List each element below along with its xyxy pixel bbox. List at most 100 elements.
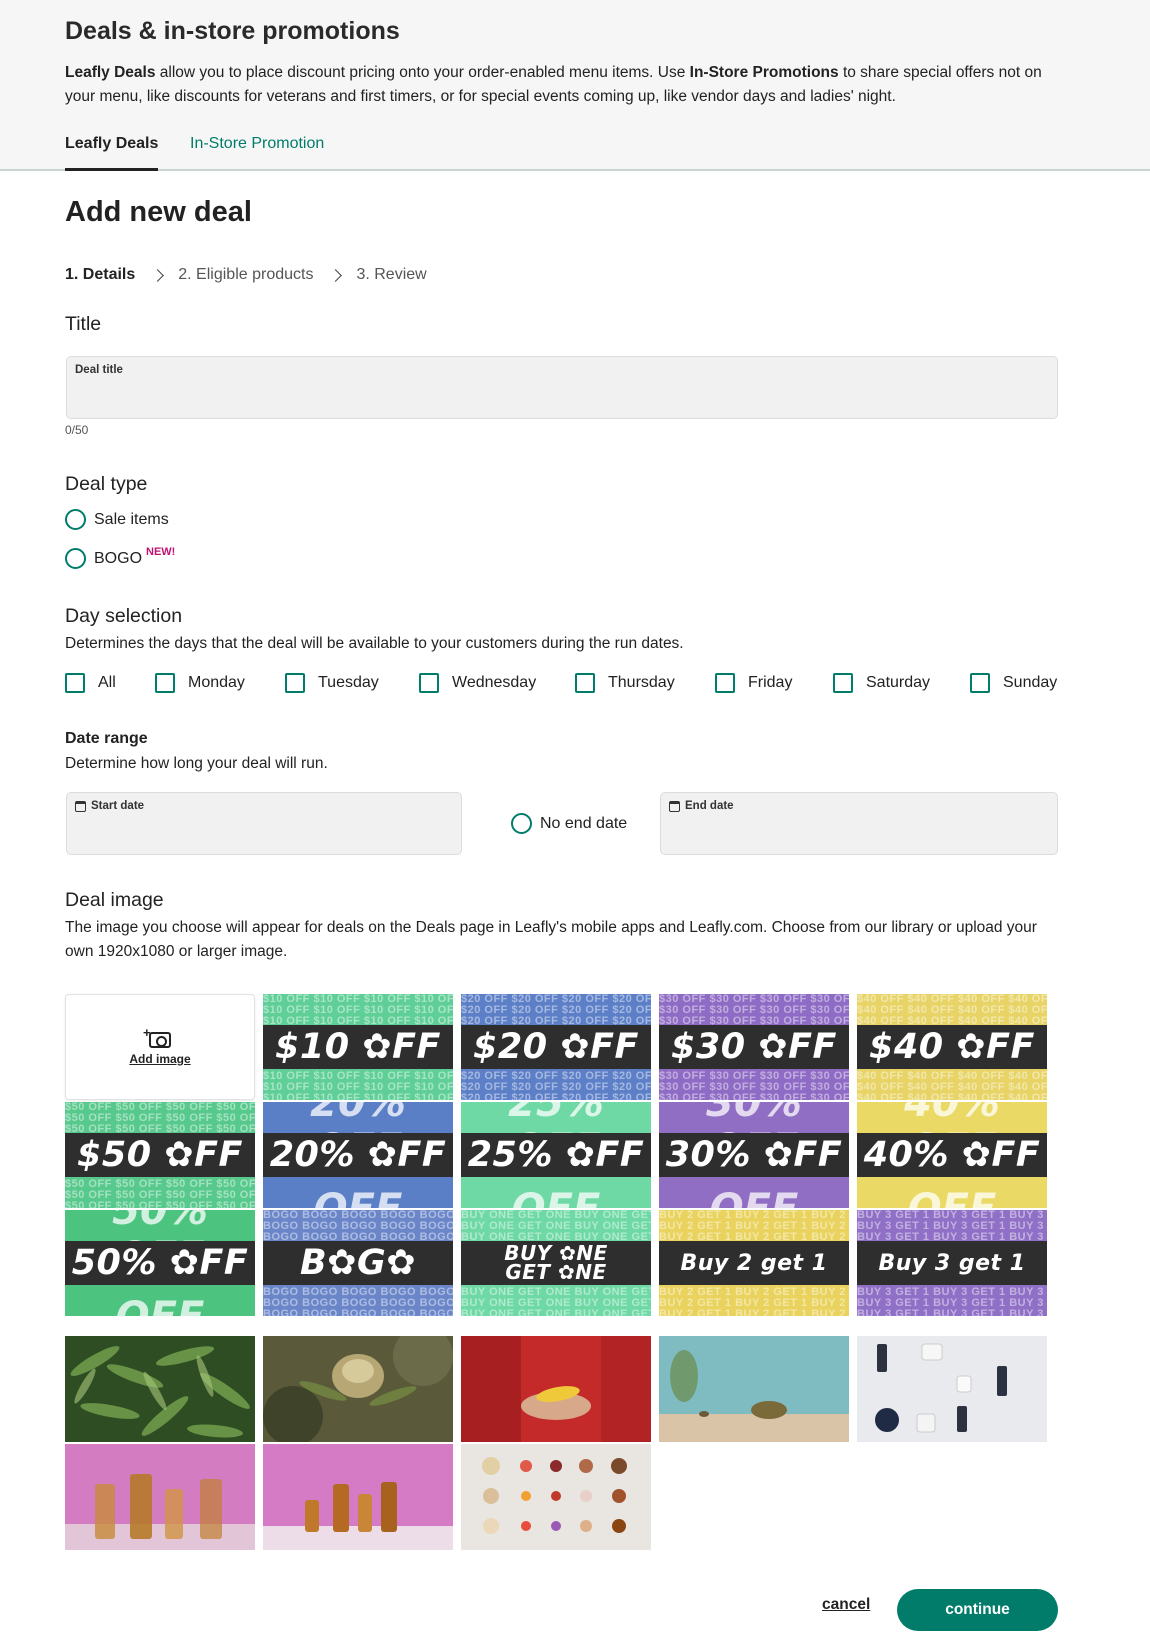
sale-items-label: Sale items (94, 510, 169, 528)
day-label: Monday (188, 674, 245, 691)
banner-text: B✿G✿ (299, 1243, 417, 1283)
banner-text: 20% ✿FF (269, 1135, 447, 1175)
checkbox-all[interactable] (65, 673, 85, 693)
form-heading: Add new deal (65, 196, 252, 228)
intro-leafly-deals: Leafly Deals (65, 64, 156, 81)
day-saturday[interactable]: Saturday (833, 673, 930, 693)
banner-text: 30% ✿FF (665, 1135, 843, 1175)
camera-add-icon: + (143, 1025, 171, 1048)
banner-label: Buy 3 get 1 (857, 1241, 1047, 1285)
tinctures-blurred-image (65, 1444, 255, 1550)
tab-in-store-promotion[interactable]: In-Store Promotion (190, 135, 324, 171)
day-monday[interactable]: Monday (155, 673, 245, 693)
banner-label: $40 ✿FF (857, 1025, 1047, 1069)
step-eligible-products[interactable]: 2. Eligible products (178, 266, 313, 284)
checkbox-tuesday[interactable] (285, 673, 305, 693)
page-title: Deals & in-store promotions (65, 17, 400, 45)
image-option-banner[interactable]: 25% OFF25% OFF25% ✿FF (461, 1102, 651, 1208)
deal-type-heading: Deal type (65, 473, 148, 495)
day-tuesday[interactable]: Tuesday (285, 673, 379, 693)
banner-label: 50% ✿FF (65, 1241, 255, 1285)
edibles-on-table-image (461, 1444, 651, 1550)
radio-no-end-date[interactable] (511, 813, 532, 834)
end-date-input[interactable]: End date (660, 792, 1058, 855)
deal-title-input[interactable]: Deal title (66, 356, 1058, 419)
no-end-date-label: No end date (540, 814, 628, 832)
day-selection-description: Determines the days that the deal will b… (65, 635, 684, 652)
banner-label: BUY ✿NE GET ✿NE (461, 1241, 651, 1285)
image-option-banner[interactable]: 30% OFF30% OFF30% ✿FF (659, 1102, 849, 1208)
continue-button[interactable]: continue (897, 1589, 1058, 1631)
intro-part-1: allow you to place discount pricing onto… (155, 64, 690, 81)
image-option-banner[interactable]: BOGO BOGO BOGO BOGO BOGO BOGO BOGO BOGO … (263, 1210, 453, 1316)
banner-label: 25% ✿FF (461, 1133, 651, 1177)
day-wednesday[interactable]: Wednesday (419, 673, 536, 693)
tab-leafly-deals[interactable]: Leafly Deals (65, 135, 159, 171)
start-date-label: Start date (91, 800, 145, 812)
add-image-tile[interactable]: + Add image (65, 994, 255, 1100)
banner-text: $20 ✿FF (473, 1027, 639, 1067)
image-option-banner[interactable]: $20 OFF $20 OFF $20 OFF $20 OFF $20 OFF … (461, 994, 651, 1100)
date-range-heading: Date range (65, 730, 148, 747)
banner-label: 40% ✿FF (857, 1133, 1047, 1177)
image-option-banner[interactable]: 20% OFF20% OFF20% ✿FF (263, 1102, 453, 1208)
banner-text: Buy 3 get 1 (878, 1250, 1026, 1276)
image-option-cannabis-bud[interactable] (263, 1336, 453, 1442)
no-end-date-option[interactable]: No end date (511, 813, 627, 834)
day-friday[interactable]: Friday (715, 673, 792, 693)
start-date-input[interactable]: Start date (66, 792, 462, 855)
cannabis-bud-image (263, 1336, 453, 1442)
jars-and-bottles-image (857, 1336, 1047, 1442)
banner-text-line2: GET ✿NE (505, 1260, 607, 1284)
day-sunday[interactable]: Sunday (970, 673, 1057, 693)
end-date-label: End date (685, 800, 734, 812)
image-option-tinctures-blur[interactable] (65, 1444, 255, 1550)
image-option-jars-bottles[interactable] (857, 1336, 1047, 1442)
day-label: Wednesday (452, 674, 537, 691)
deal-type-bogo[interactable]: BOGO NEW! (65, 546, 175, 569)
step-review[interactable]: 3. Review (356, 266, 426, 284)
image-option-tinctures-pink[interactable] (263, 1444, 453, 1550)
image-option-cannabis-leaves[interactable] (65, 1336, 255, 1442)
add-image-label[interactable]: Add image (129, 1052, 190, 1066)
deal-type-sale-items[interactable]: Sale items (65, 509, 169, 530)
image-option-banner[interactable]: BUY 3 GET 1 BUY 3 GET 1 BUY 3 GET 1 BUY … (857, 1210, 1047, 1316)
checkbox-friday[interactable] (715, 673, 735, 693)
radio-sale-items[interactable] (65, 509, 86, 530)
hands-yellow-object-image (461, 1336, 651, 1442)
deal-image-heading: Deal image (65, 889, 164, 911)
image-option-banner[interactable]: $40 OFF $40 OFF $40 OFF $40 OFF $40 OFF … (857, 994, 1047, 1100)
image-option-hands-yellow[interactable] (461, 1336, 651, 1442)
checkbox-monday[interactable] (155, 673, 175, 693)
radio-bogo[interactable] (65, 548, 86, 569)
banner-text: Buy 2 get 1 (680, 1250, 828, 1276)
banner-label: $10 ✿FF (263, 1025, 453, 1069)
chevron-right-icon (151, 268, 165, 282)
image-option-banner[interactable]: 40% OFF40% OFF40% ✿FF (857, 1102, 1047, 1208)
banner-text: 50% ✿FF (71, 1243, 249, 1283)
image-option-banner[interactable]: 50% OFF50% OFF50% ✿FF (65, 1210, 255, 1316)
intro-text: Leafly Deals allow you to place discount… (65, 61, 1065, 109)
calendar-icon (669, 800, 680, 812)
bogo-label: BOGO (94, 549, 143, 567)
image-option-banner[interactable]: $50 OFF $50 OFF $50 OFF $50 OFF $50 OFF … (65, 1102, 255, 1208)
day-thursday[interactable]: Thursday (575, 673, 675, 693)
day-all[interactable]: All (65, 673, 116, 693)
image-option-banner[interactable]: BUY ONE GET ONE BUY ONE GET ONE BUY ONE … (461, 1210, 651, 1316)
image-option-banner[interactable]: $10 OFF $10 OFF $10 OFF $10 OFF $10 OFF … (263, 994, 453, 1100)
image-option-banner[interactable]: BUY 2 GET 1 BUY 2 GET 1 BUY 2 GET 1 BUY … (659, 1210, 849, 1316)
banner-text: $50 ✿FF (77, 1135, 243, 1175)
image-option-cannabis-table[interactable] (659, 1336, 849, 1442)
checkbox-thursday[interactable] (575, 673, 595, 693)
banner-label: 20% ✿FF (263, 1133, 453, 1177)
cancel-link[interactable]: cancel (822, 1596, 870, 1614)
image-option-banner[interactable]: $30 OFF $30 OFF $30 OFF $30 OFF $30 OFF … (659, 994, 849, 1100)
image-option-edibles[interactable] (461, 1444, 651, 1550)
checkbox-wednesday[interactable] (419, 673, 439, 693)
checkbox-sunday[interactable] (970, 673, 990, 693)
day-label: All (98, 674, 116, 691)
deal-title-label: Deal title (75, 364, 123, 376)
banner-text: $10 ✿FF (275, 1027, 441, 1067)
step-details[interactable]: 1. Details (65, 266, 135, 284)
checkbox-saturday[interactable] (833, 673, 853, 693)
